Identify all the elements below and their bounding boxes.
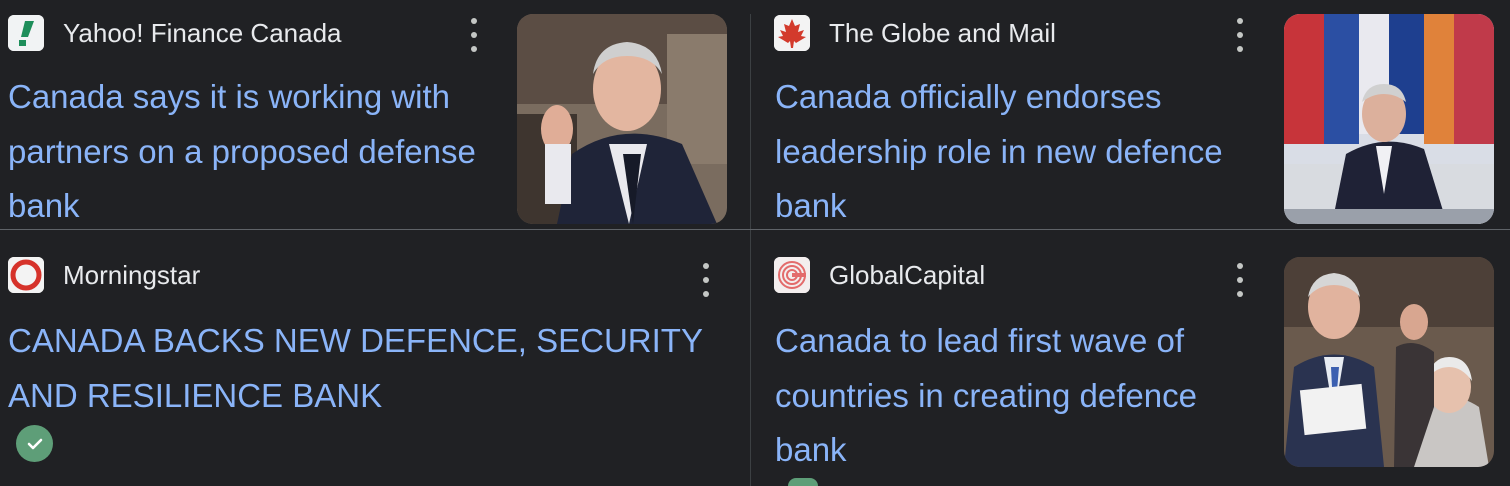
news-grid: Yahoo! Finance Canada Canada says it is … (0, 0, 1510, 486)
headline-link[interactable]: CANADA BACKS NEW DEFENCE, SECURITY AND R… (8, 314, 708, 423)
source-row: Morningstar (8, 257, 200, 293)
yahoo-finance-logo-icon (8, 15, 44, 51)
more-options-button[interactable] (696, 263, 716, 297)
column-divider (750, 14, 751, 486)
article-thumbnail[interactable] (1284, 14, 1494, 224)
source-name: Morningstar (63, 260, 201, 290)
person-photo-icon (517, 14, 727, 224)
source-name: GlobalCapital (829, 260, 986, 290)
more-options-button[interactable] (1230, 18, 1250, 52)
globalcapital-logo-icon (774, 257, 810, 293)
headline-link[interactable]: Canada officially endorses leadership ro… (775, 70, 1265, 234)
article-thumbnail[interactable] (517, 14, 727, 224)
person-photo-icon (1284, 257, 1494, 467)
verified-check-icon (788, 478, 818, 486)
source-name: The Globe and Mail (829, 18, 1056, 48)
person-photo-icon (1284, 14, 1494, 224)
more-options-button[interactable] (464, 18, 484, 52)
more-options-button[interactable] (1230, 263, 1250, 297)
news-card[interactable]: GlobalCapital Canada to lead first wave … (766, 243, 1510, 483)
news-card[interactable]: The Globe and Mail Canada officially end… (766, 0, 1510, 240)
source-row: The Globe and Mail (774, 15, 1056, 51)
source-row: Yahoo! Finance Canada (8, 15, 342, 51)
morningstar-logo-icon (8, 257, 44, 293)
headline-link[interactable]: Canada to lead first wave of countries i… (775, 314, 1265, 478)
news-card[interactable]: Morningstar CANADA BACKS NEW DEFENCE, SE… (0, 243, 750, 483)
news-card[interactable]: Yahoo! Finance Canada Canada says it is … (0, 0, 750, 240)
verified-check-icon (16, 425, 53, 462)
source-row: GlobalCapital (774, 257, 985, 293)
headline-link[interactable]: Canada says it is working with partners … (8, 70, 498, 234)
source-name: Yahoo! Finance Canada (63, 18, 342, 48)
maple-leaf-logo-icon (774, 15, 810, 51)
article-thumbnail[interactable] (1284, 257, 1494, 467)
